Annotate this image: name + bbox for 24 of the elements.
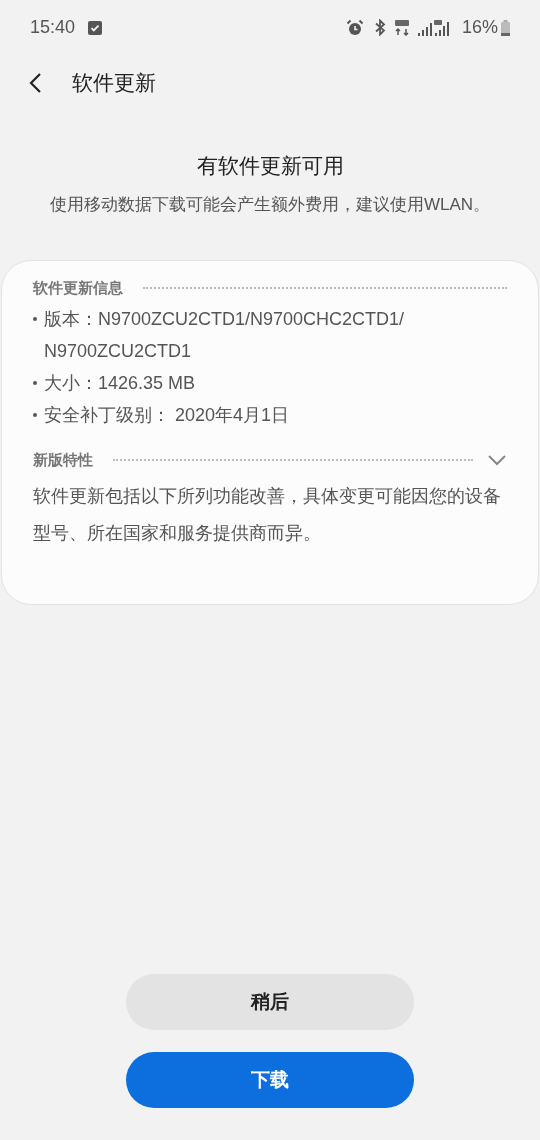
bluetooth-icon [373,19,386,36]
battery-icon [501,19,510,36]
info-item: 大小：1426.35 MB [44,372,197,395]
back-icon[interactable] [28,71,42,94]
status-time: 15:40 [30,16,76,39]
battery-percentage: 16% [461,16,498,39]
features-description: 软件更新包括以下所列功能改善，具体变更可能因您的设备型号、所在国家和服务提供商而异。 [33,484,502,545]
chevron-down-icon[interactable] [487,454,507,467]
info-item: 版本：N9700ZCU2CTD1/N9700CHC2CTD1/N9700ZCU2CTD1 [44,308,406,363]
later-button[interactable]: 稍后 [126,974,414,1030]
checkbox-notification-icon [88,20,103,35]
download-button[interactable]: 下载 [126,1052,414,1108]
section-heading: 新版特性 [33,450,93,470]
screen-title: 软件更新 [72,69,156,96]
bullet-icon [33,317,37,321]
signal-icon [417,19,452,36]
mobile-data-icon [393,19,410,36]
alarm-icon [345,18,364,37]
bullet-icon [33,413,37,417]
info-item: 安全补丁级别： 2020年4月1日 [44,404,291,427]
update-title: 有软件更新可用 [196,153,344,179]
update-notice: 使用移动数据下载可能会产生额外费用，建议使用WLAN。 [48,193,492,216]
section-heading: 软件更新信息 [33,277,123,298]
bullet-icon [33,381,37,385]
